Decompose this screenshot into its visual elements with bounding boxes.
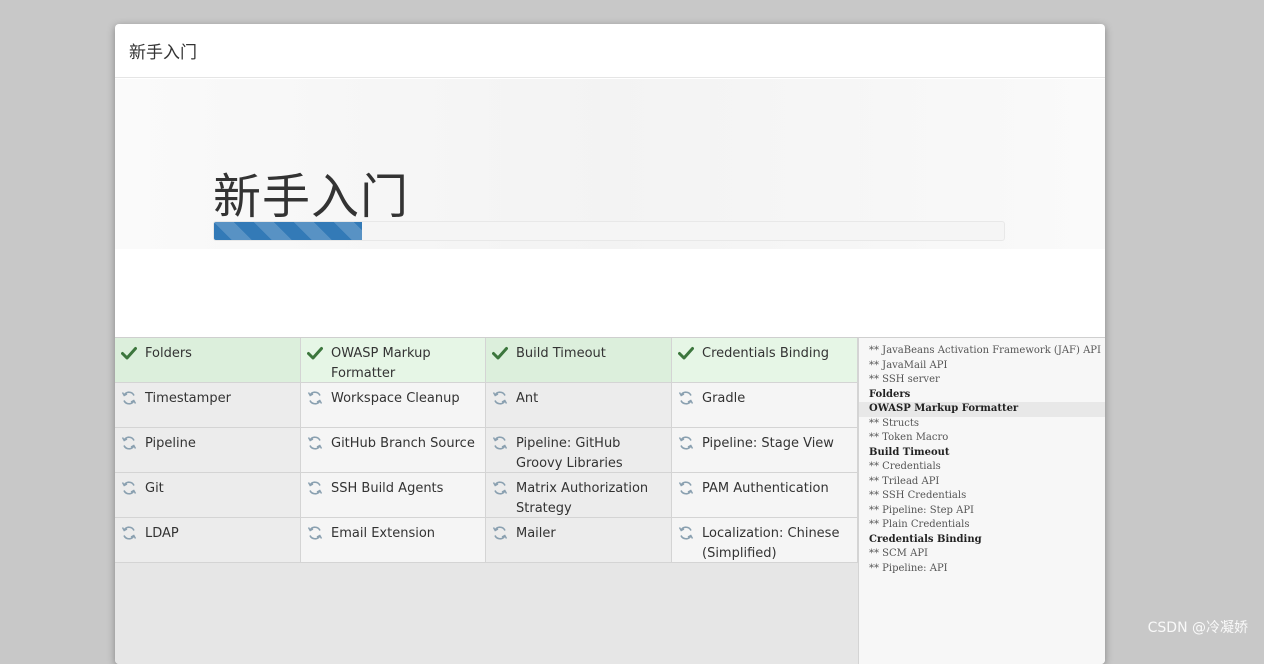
log-line: ** Pipeline: API [859,562,1105,577]
refresh-icon [678,480,694,496]
log-line: OWASP Markup Formatter [859,402,1105,417]
plugin-name: OWASP Markup Formatter [331,346,431,381]
checkmark-icon [492,345,508,361]
refresh-icon [492,525,508,541]
plugin-name: Pipeline: GitHub Groovy Libraries [516,436,623,471]
refresh-icon [121,390,137,406]
plugin-name: SSH Build Agents [331,481,443,496]
log-line: ** Credentials [859,460,1105,475]
plugin-name: Pipeline [145,436,196,451]
log-line: Build Timeout [859,446,1105,461]
plugin-name: Matrix Authorization Strategy [516,481,648,516]
plugin-install-list: Folders OWASP Markup Formatter Build Timeo… [115,337,858,664]
checkmark-icon [678,345,694,361]
install-progress-bar [213,221,1005,241]
plugin-name: PAM Authentication [702,481,829,496]
install-log[interactable]: ** JavaBeans Activation Framework (JAF) … [858,337,1105,664]
plugin-item: LDAP [115,518,301,563]
plugin-name: Timestamper [145,391,231,406]
plugin-item: Gradle [672,383,858,428]
log-line: ** SSH server [859,373,1105,388]
plugin-name: Credentials Binding [702,346,829,361]
refresh-icon [492,390,508,406]
refresh-icon [307,525,323,541]
log-line: ** Pipeline: Step API [859,504,1105,519]
plugin-item: Ant [486,383,672,428]
refresh-icon [678,525,694,541]
plugin-item: Pipeline: GitHub Groovy Libraries [486,428,672,473]
checkmark-icon [307,345,323,361]
plugin-item: SSH Build Agents [301,473,486,518]
plugin-name: Email Extension [331,526,435,541]
plugin-item: Timestamper [115,383,301,428]
plugin-name: LDAP [145,526,179,541]
log-line: Folders [859,388,1105,403]
refresh-icon [307,390,323,406]
log-line: ** SCM API [859,547,1105,562]
plugin-item: Credentials Binding [672,338,858,383]
plugin-name: Mailer [516,526,556,541]
refresh-icon [121,480,137,496]
refresh-icon [307,435,323,451]
getting-started-hero: 新手入门 [115,79,1105,337]
plugin-item: Localization: Chinese (Simplified) [672,518,858,563]
plugin-name: Workspace Cleanup [331,391,460,406]
refresh-icon [307,480,323,496]
refresh-icon [492,435,508,451]
log-line: ** SSH Credentials [859,489,1105,504]
plugin-name: GitHub Branch Source [331,436,475,451]
plugin-item: GitHub Branch Source [301,428,486,473]
plugin-item: Git [115,473,301,518]
setup-wizard-dialog: 新手入门 新手入门 FoldersOWASP Markup FormatterB… [115,24,1105,664]
plugin-item: Matrix Authorization Strategy [486,473,672,518]
refresh-icon [492,480,508,496]
plugin-item: Workspace Cleanup [301,383,486,428]
plugin-item: Pipeline: Stage View [672,428,858,473]
log-line: ** Plain Credentials [859,518,1105,533]
refresh-icon [121,525,137,541]
plugin-item: Email Extension [301,518,486,563]
plugin-item: Build Timeout [486,338,672,383]
log-line: ** Token Macro [859,431,1105,446]
install-progress-fill [214,222,362,240]
refresh-icon [678,435,694,451]
dialog-title: 新手入门 [129,38,197,63]
log-line: ** Structs [859,417,1105,432]
plugin-item: Mailer [486,518,672,563]
plugin-name: Build Timeout [516,346,606,361]
refresh-icon [678,390,694,406]
plugin-item: Folders [115,338,301,383]
plugin-name: Ant [516,391,538,406]
log-line: ** Trilead API [859,475,1105,490]
log-line: ** JavaBeans Activation Framework (JAF) … [859,344,1105,359]
plugin-grid: Folders OWASP Markup Formatter Build Timeo… [115,338,858,563]
plugin-name: Gradle [702,391,745,406]
plugin-name: Git [145,481,164,496]
hero-title: 新手入门 [213,157,409,227]
watermark: CSDN @冷凝娇 [1148,617,1248,637]
log-line: Credentials Binding [859,533,1105,548]
plugin-item: PAM Authentication [672,473,858,518]
refresh-icon [121,435,137,451]
plugin-item: Pipeline [115,428,301,473]
dialog-header: 新手入门 [115,24,1105,78]
checkmark-icon [121,345,137,361]
log-line: ** JavaMail API [859,359,1105,374]
plugin-name: Localization: Chinese (Simplified) [702,526,839,561]
plugin-name: Folders [145,346,192,361]
plugin-item: OWASP Markup Formatter [301,338,486,383]
plugin-name: Pipeline: Stage View [702,436,834,451]
